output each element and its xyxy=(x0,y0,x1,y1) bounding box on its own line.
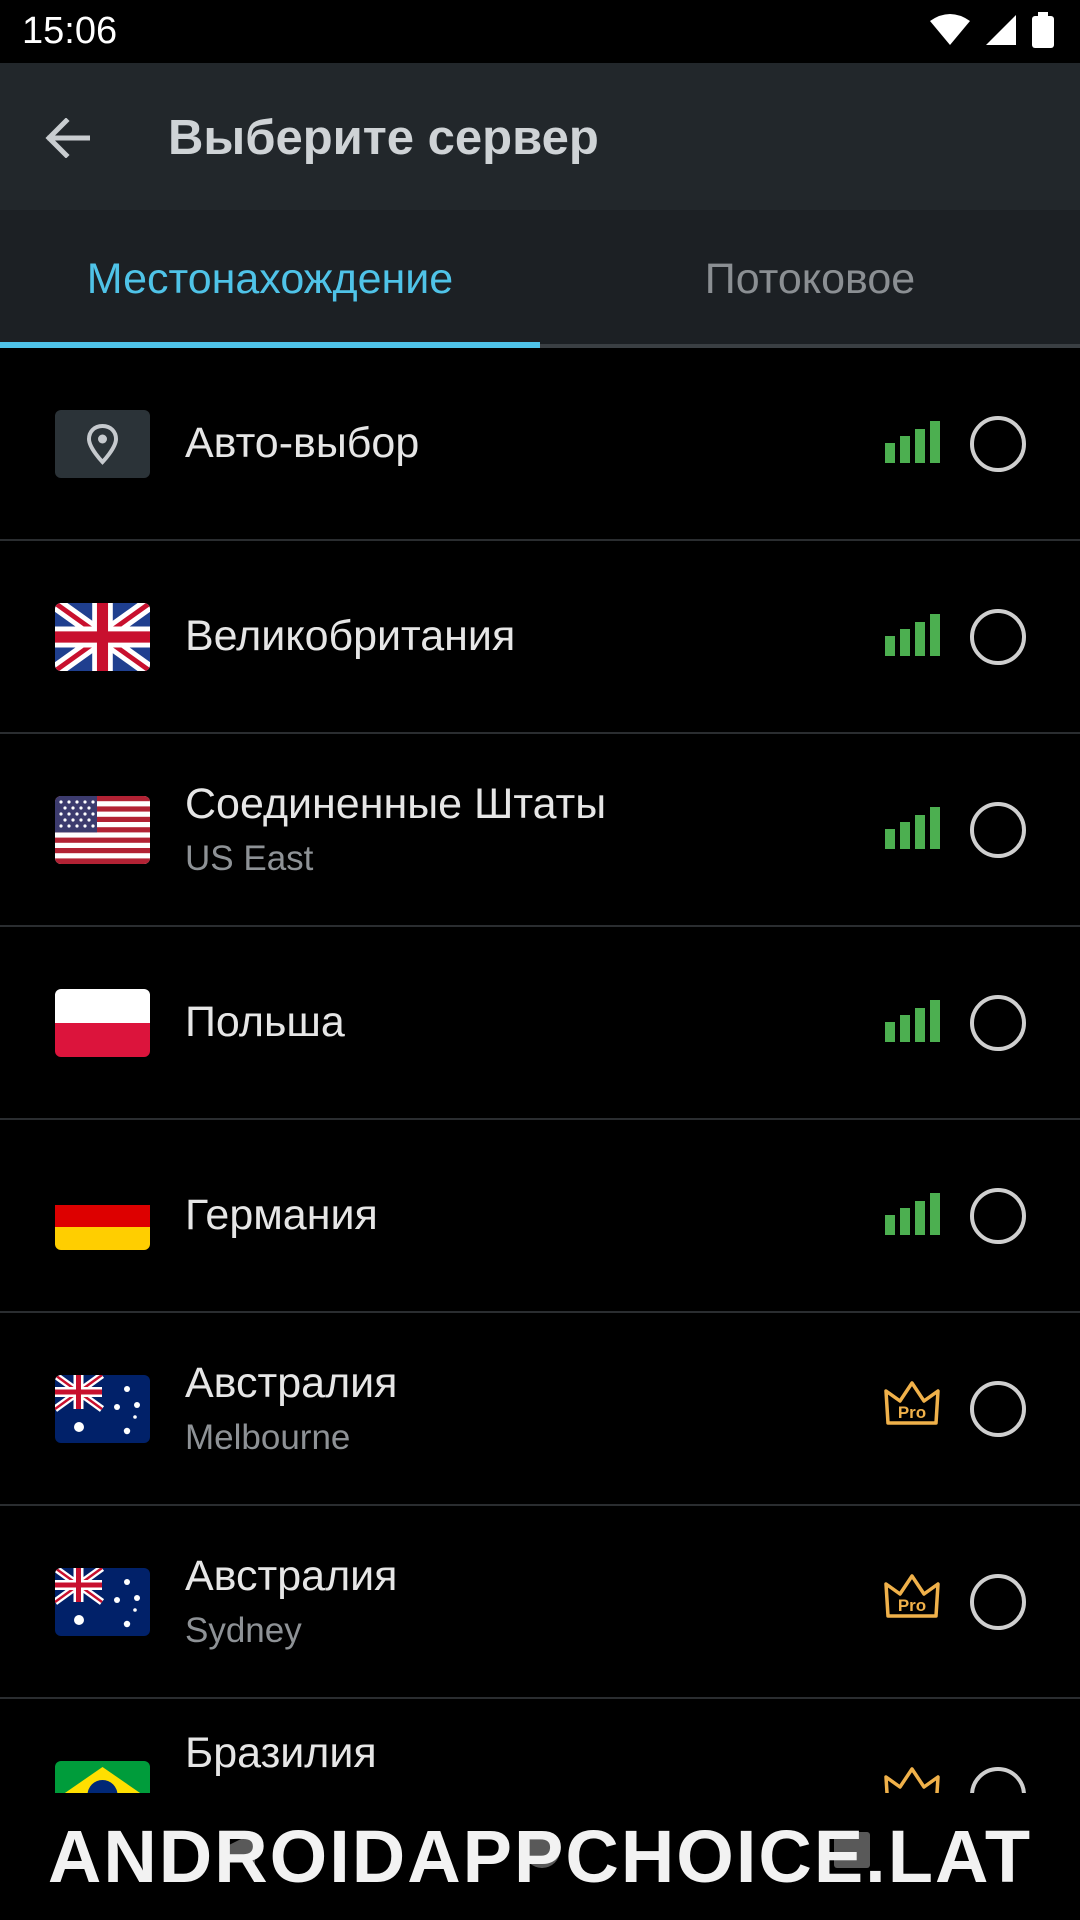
flag-brazil-icon xyxy=(55,1761,150,1793)
server-name: Соединенные Штаты xyxy=(185,780,607,828)
server-radio[interactable] xyxy=(970,1767,1026,1793)
cellular-icon xyxy=(986,15,1016,45)
status-time: 15:06 xyxy=(22,10,118,52)
flag-australia-icon xyxy=(55,1375,150,1443)
server-radio[interactable] xyxy=(970,802,1026,858)
signal-icon xyxy=(885,614,940,656)
signal-icon xyxy=(885,1000,940,1042)
location-pin-icon xyxy=(55,410,150,478)
server-radio[interactable] xyxy=(970,1574,1026,1630)
tab-streaming[interactable]: Потоковое xyxy=(540,210,1080,348)
server-city: US East xyxy=(185,839,314,878)
server-radio[interactable] xyxy=(970,1188,1026,1244)
flag-australia-icon xyxy=(55,1568,150,1636)
app-bar: Выберите сервер xyxy=(0,63,1080,210)
flag-uk-icon xyxy=(55,603,150,671)
pro-badge-text: Pro xyxy=(898,1403,926,1422)
server-list[interactable]: Авто-выбор Великобритания Соединенные Шт… xyxy=(0,348,1080,1793)
server-name: Австралия xyxy=(185,1359,398,1407)
server-name: Польша xyxy=(185,998,345,1046)
server-city: Sydney xyxy=(185,1611,302,1650)
flag-germany-icon xyxy=(55,1182,150,1250)
pro-crown-icon: Pro xyxy=(884,1381,940,1425)
server-city: Melbourne xyxy=(185,1418,351,1457)
wifi-icon xyxy=(930,14,970,45)
pro-crown-icon xyxy=(884,1767,940,1793)
flag-us-icon xyxy=(55,796,150,864)
back-button[interactable] xyxy=(30,101,104,175)
server-radio[interactable] xyxy=(970,609,1026,665)
server-name: Бразилия xyxy=(185,1729,377,1777)
server-radio[interactable] xyxy=(970,416,1026,472)
server-row-us[interactable]: Соединенные Штаты US East xyxy=(0,734,1080,927)
server-row-uk[interactable]: Великобритания xyxy=(0,541,1080,734)
server-name: Великобритания xyxy=(185,612,516,660)
status-bar: 15:06 xyxy=(0,0,1080,63)
pro-badge-text: Pro xyxy=(898,1596,926,1615)
signal-icon xyxy=(885,1193,940,1235)
server-name: Германия xyxy=(185,1191,378,1239)
server-name: Авто-выбор xyxy=(185,419,420,467)
server-radio[interactable] xyxy=(970,995,1026,1051)
arrow-back-icon xyxy=(45,118,90,158)
tab-bar: Местонахождение Потоковое xyxy=(0,210,1080,348)
signal-icon xyxy=(885,421,940,463)
server-row-germany[interactable]: Германия xyxy=(0,1120,1080,1313)
page-title: Выберите сервер xyxy=(168,111,599,165)
flag-poland-icon xyxy=(55,989,150,1057)
status-icons xyxy=(930,12,1054,48)
server-row-australia-sydney[interactable]: Австралия Sydney Pro xyxy=(0,1506,1080,1699)
server-radio[interactable] xyxy=(970,1381,1026,1437)
tab-location[interactable]: Местонахождение xyxy=(0,210,540,348)
server-row-auto[interactable]: Авто-выбор xyxy=(0,348,1080,541)
server-name: Австралия xyxy=(185,1552,398,1600)
server-row-poland[interactable]: Польша xyxy=(0,927,1080,1120)
battery-icon xyxy=(1032,12,1054,48)
server-row-brazil[interactable]: Бразилия xyxy=(0,1699,1080,1793)
signal-icon xyxy=(885,807,940,849)
watermark: ANDROIDAPPCHOICE.LAT xyxy=(47,1815,1033,1898)
pro-crown-icon: Pro xyxy=(884,1574,940,1618)
server-row-australia-melbourne[interactable]: Австралия Melbourne Pro xyxy=(0,1313,1080,1506)
